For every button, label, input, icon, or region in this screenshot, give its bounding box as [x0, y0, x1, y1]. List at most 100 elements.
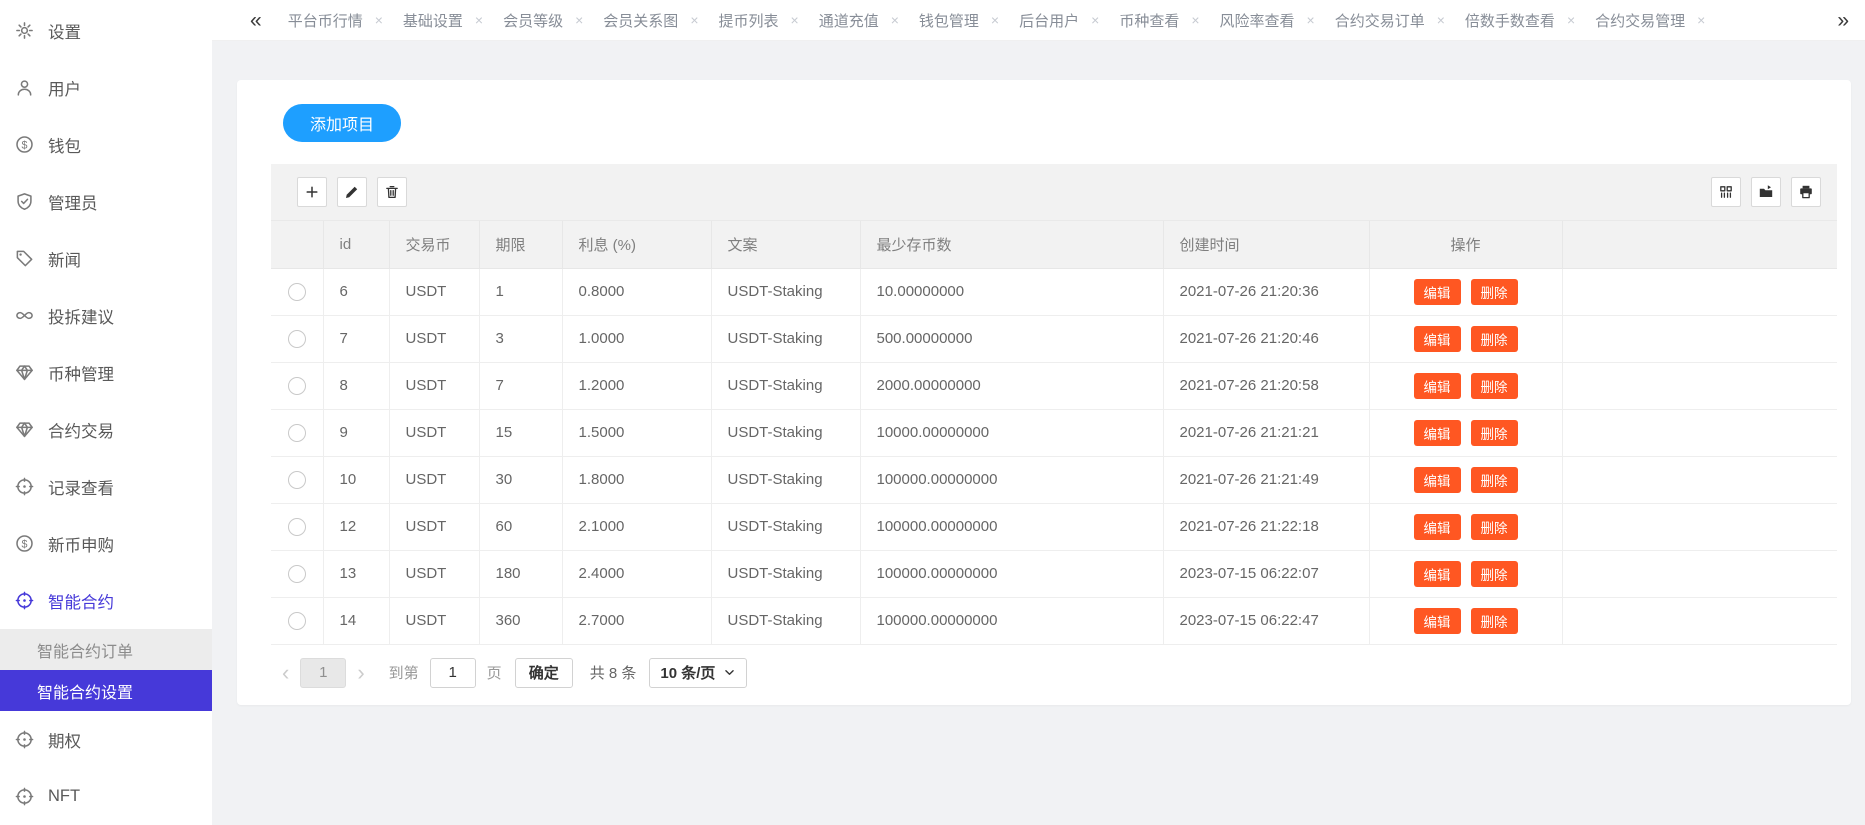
tab-1[interactable]: 基础设置×	[393, 0, 493, 40]
scroll-tabs-right-icon[interactable]: »	[1833, 10, 1853, 31]
sidebar-item-4[interactable]: 新闻	[0, 230, 212, 287]
sidebar-item-12[interactable]: NFT	[0, 768, 212, 825]
row-actions-cell: 编辑删除	[1369, 456, 1562, 503]
edit-row-button[interactable]: 编辑	[1414, 420, 1461, 446]
row-actions-cell: 编辑删除	[1369, 597, 1562, 644]
sidebar-item-6[interactable]: 币种管理	[0, 344, 212, 401]
sidebar-item-2[interactable]: $钱包	[0, 116, 212, 173]
tab-9[interactable]: 风险率查看×	[1210, 0, 1325, 40]
sidebar-item-7[interactable]: 合约交易	[0, 401, 212, 458]
row-radio[interactable]	[288, 612, 306, 630]
filler-cell	[1562, 550, 1837, 597]
sidebar-item-10[interactable]: 智能合约	[0, 572, 212, 629]
sidebar-item-8[interactable]: 记录查看	[0, 458, 212, 515]
sidebar-item-0[interactable]: 设置	[0, 2, 212, 59]
tab-6[interactable]: 钱包管理×	[909, 0, 1009, 40]
close-tab-icon[interactable]: ×	[1307, 13, 1315, 27]
sidebar-item-11[interactable]: 期权	[0, 711, 212, 768]
sidebar-item-9[interactable]: $新币申购	[0, 515, 212, 572]
page-jump-input[interactable]	[430, 658, 476, 688]
row-radio[interactable]	[288, 330, 306, 348]
tab-4[interactable]: 提币列表×	[709, 0, 809, 40]
edit-row-button[interactable]: 编辑	[1414, 326, 1461, 352]
cell-min: 100000.00000000	[860, 597, 1163, 644]
close-tab-icon[interactable]: ×	[791, 13, 799, 27]
cell-interest: 2.4000	[562, 550, 711, 597]
close-tab-icon[interactable]: ×	[1437, 13, 1445, 27]
content-area: 添加项目 id交易币期限利息 (%)文案最少存币数创建时间操作 6USDT10.…	[212, 41, 1865, 825]
tab-2[interactable]: 会员等级×	[493, 0, 593, 40]
close-tab-icon[interactable]: ×	[475, 13, 483, 27]
cell-created: 2021-07-26 21:20:58	[1163, 362, 1369, 409]
row-radio[interactable]	[288, 424, 306, 442]
next-page-icon[interactable]: ›	[348, 662, 373, 684]
delete-row-button[interactable]: 删除	[1471, 514, 1518, 540]
cell-interest: 1.5000	[562, 409, 711, 456]
current-page-button[interactable]: 1	[300, 658, 346, 688]
sidebar-subitem-1[interactable]: 智能合约设置	[0, 670, 212, 711]
page-size-select[interactable]: 10 条/页	[649, 658, 747, 688]
goto-page-label: 到第	[389, 662, 419, 683]
tab-12[interactable]: 合约交易管理×	[1585, 0, 1715, 40]
edit-row-button[interactable]: 编辑	[1414, 514, 1461, 540]
sidebar-subitem-0[interactable]: 智能合约订单	[0, 629, 212, 670]
print-icon[interactable]	[1791, 177, 1821, 207]
app: 设置用户$钱包管理员新闻投拆建议币种管理合约交易记录查看$新币申购智能合约智能合…	[0, 0, 1865, 825]
prev-page-icon[interactable]: ‹	[273, 662, 298, 684]
tab-7[interactable]: 后台用户×	[1009, 0, 1109, 40]
row-radio[interactable]	[288, 283, 306, 301]
row-select-cell	[271, 503, 323, 550]
cell-id: 14	[323, 597, 389, 644]
edit-row-button[interactable]: 编辑	[1414, 279, 1461, 305]
close-tab-icon[interactable]: ×	[991, 13, 999, 27]
close-tab-icon[interactable]: ×	[1091, 13, 1099, 27]
delete-row-button[interactable]: 删除	[1471, 420, 1518, 446]
delete-row-button[interactable]: 删除	[1471, 326, 1518, 352]
close-tab-icon[interactable]: ×	[1191, 13, 1199, 27]
export-icon[interactable]	[1751, 177, 1781, 207]
tab-11[interactable]: 倍数手数查看×	[1455, 0, 1585, 40]
close-tab-icon[interactable]: ×	[1697, 13, 1705, 27]
cell-text: USDT-Staking	[711, 597, 860, 644]
edit-row-button[interactable]: 编辑	[1414, 467, 1461, 493]
close-tab-icon[interactable]: ×	[575, 13, 583, 27]
delete-row-button[interactable]: 删除	[1471, 608, 1518, 634]
tab-0[interactable]: 平台币行情×	[278, 0, 393, 40]
edit-row-icon[interactable]	[337, 177, 367, 207]
delete-row-button[interactable]: 删除	[1471, 561, 1518, 587]
toggle-columns-icon[interactable]	[1711, 177, 1741, 207]
add-row-icon[interactable]	[297, 177, 327, 207]
row-radio[interactable]	[288, 565, 306, 583]
edit-row-button[interactable]: 编辑	[1414, 608, 1461, 634]
delete-row-button[interactable]: 删除	[1471, 373, 1518, 399]
row-radio[interactable]	[288, 518, 306, 536]
row-radio[interactable]	[288, 377, 306, 395]
close-tab-icon[interactable]: ×	[375, 13, 383, 27]
tab-5[interactable]: 通道充值×	[809, 0, 909, 40]
cell-interest: 2.1000	[562, 503, 711, 550]
confirm-page-button[interactable]: 确定	[515, 658, 573, 688]
edit-row-button[interactable]: 编辑	[1414, 561, 1461, 587]
delete-rows-icon[interactable]	[377, 177, 407, 207]
cell-term: 1	[479, 268, 562, 315]
delete-row-button[interactable]: 删除	[1471, 467, 1518, 493]
tab-8[interactable]: 币种查看×	[1109, 0, 1209, 40]
close-tab-icon[interactable]: ×	[1567, 13, 1575, 27]
sidebar-item-label: 投拆建议	[48, 304, 114, 328]
sidebar-item-3[interactable]: 管理员	[0, 173, 212, 230]
sidebar-item-5[interactable]: 投拆建议	[0, 287, 212, 344]
add-project-button[interactable]: 添加项目	[283, 104, 401, 142]
sidebar-item-1[interactable]: 用户	[0, 59, 212, 116]
scroll-tabs-left-icon[interactable]: «	[246, 10, 266, 31]
row-radio[interactable]	[288, 471, 306, 489]
tab-10[interactable]: 合约交易订单×	[1325, 0, 1455, 40]
close-tab-icon[interactable]: ×	[690, 13, 698, 27]
cell-coin: USDT	[389, 456, 479, 503]
sidebar-item-label: 币种管理	[48, 361, 114, 385]
edit-row-button[interactable]: 编辑	[1414, 373, 1461, 399]
cell-created: 2021-07-26 21:22:18	[1163, 503, 1369, 550]
tab-3[interactable]: 会员关系图×	[593, 0, 708, 40]
delete-row-button[interactable]: 删除	[1471, 279, 1518, 305]
close-tab-icon[interactable]: ×	[891, 13, 899, 27]
column-header: 操作	[1369, 221, 1562, 268]
